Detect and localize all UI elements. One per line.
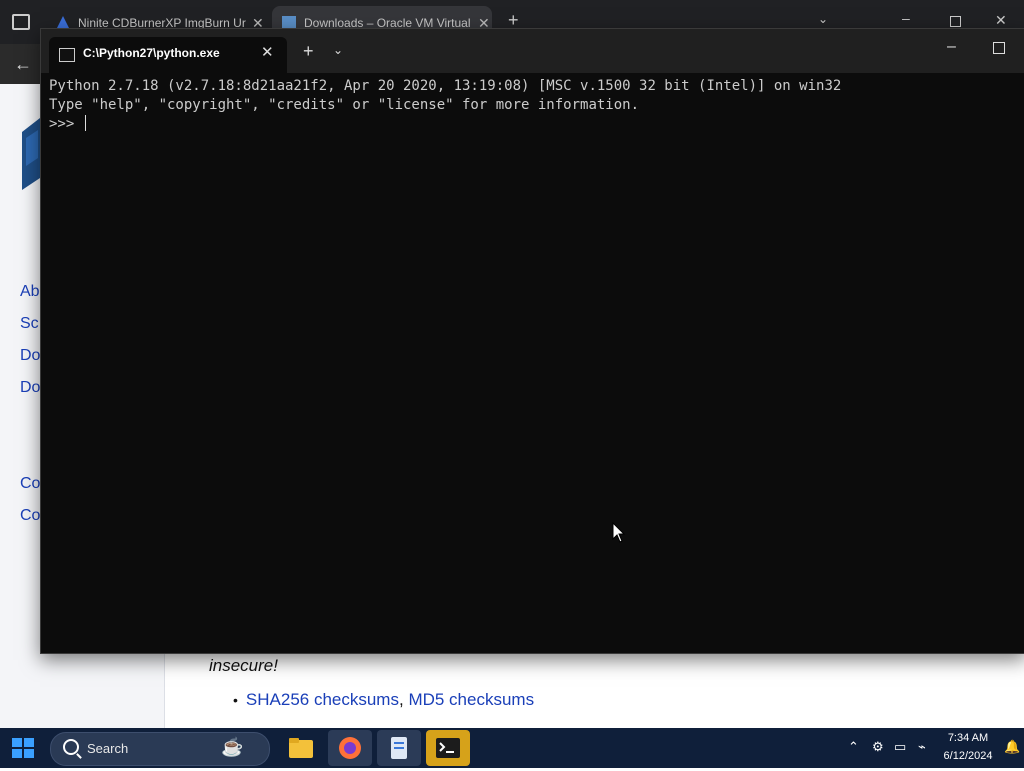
terminal-tab[interactable]: C:\Python27\python.exe ✕	[49, 37, 287, 73]
terminal-prompt: >>>	[49, 116, 83, 132]
terminal-line: Type "help", "copyright", "credits" or "…	[49, 97, 640, 113]
sidebar-link[interactable]: Do	[20, 379, 40, 397]
taskbar: Search ☕ ⌃ ⚙ ▭ ⌁ 7:34 AM 6/12/2024 🔔	[0, 728, 1024, 768]
chevron-up-icon[interactable]: ⌃	[848, 739, 859, 755]
terminal-line: Python 2.7.18 (v2.7.18:8d21aa21f2, Apr 2…	[49, 78, 842, 94]
sidebar-link[interactable]: Co	[20, 475, 40, 493]
terminal-app-icon[interactable]	[426, 730, 470, 766]
terminal-prompt-line[interactable]: >>>	[49, 115, 1019, 134]
notification-bell-icon[interactable]: 🔔	[1004, 739, 1020, 755]
maximize-icon[interactable]	[993, 42, 1005, 54]
browser-tab-actions-icon[interactable]	[12, 14, 30, 30]
md5-checksums-link[interactable]: MD5 checksums	[408, 690, 534, 710]
close-icon[interactable]: ✕	[261, 43, 274, 61]
minimize-icon[interactable]: –	[947, 38, 956, 56]
terminal-tab-title: C:\Python27\python.exe	[83, 46, 220, 60]
terminal-new-tab-icon[interactable]: +	[303, 41, 314, 62]
browser-minimize-icon[interactable]: –	[902, 10, 910, 26]
display-icon[interactable]: ▭	[894, 739, 906, 755]
terminal-window[interactable]: C:\Python27\python.exe ✕ + ⌄ – Python 2.…	[40, 28, 1024, 654]
sidebar-link[interactable]: Do	[20, 347, 40, 365]
bullet-icon: •	[233, 692, 238, 708]
chevron-down-icon[interactable]: ⌄	[818, 12, 828, 26]
browser-restore-icon[interactable]	[950, 16, 961, 27]
network-off-icon[interactable]: ⌁	[918, 739, 926, 755]
clock[interactable]: 7:34 AM 6/12/2024	[938, 728, 998, 768]
clock-date: 6/12/2024	[943, 750, 993, 762]
windows-start-icon[interactable]	[12, 738, 34, 758]
search-icon	[63, 739, 79, 755]
chevron-down-icon[interactable]: ⌄	[333, 43, 343, 57]
console-icon	[59, 48, 75, 62]
insecure-warning-text: insecure!	[209, 656, 278, 675]
search-label: Search	[87, 741, 129, 756]
sidebar-link[interactable]: Co	[20, 507, 40, 525]
search-highlight-icon: ☕	[221, 737, 244, 757]
sidebar-link[interactable]: Ab	[20, 283, 40, 301]
sidebar-link[interactable]: Sc	[20, 315, 39, 333]
sync-icon[interactable]: ⚙	[872, 739, 884, 755]
checksums-separator: ,	[398, 690, 409, 709]
terminal-output[interactable]: Python 2.7.18 (v2.7.18:8d21aa21f2, Apr 2…	[49, 77, 1019, 647]
taskbar-search-box[interactable]: Search ☕	[50, 732, 270, 766]
firefox-icon[interactable]	[328, 730, 372, 766]
back-arrow-icon[interactable]: ←	[14, 54, 32, 75]
clock-time: 7:34 AM	[947, 732, 989, 744]
mouse-pointer-icon	[612, 521, 626, 549]
file-explorer-icon[interactable]	[279, 730, 323, 766]
notepad-icon[interactable]	[377, 730, 421, 766]
sha256-checksums-link[interactable]: SHA256 checksums	[246, 690, 399, 710]
text-cursor	[84, 115, 86, 131]
checksums-list-item: • SHA256 checksums , MD5 checksums	[233, 690, 534, 710]
browser-close-icon[interactable]: ✕	[995, 12, 1007, 29]
